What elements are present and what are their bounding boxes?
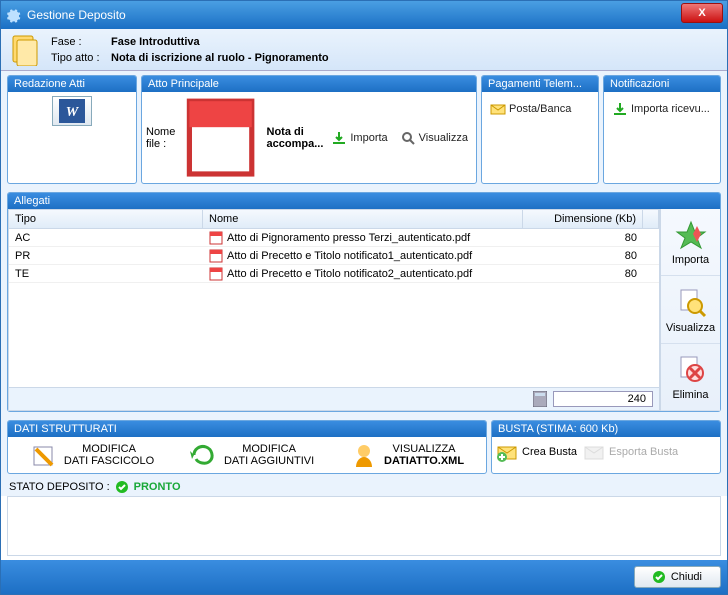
svg-text:W: W xyxy=(66,105,80,120)
window-title: Gestione Deposito xyxy=(27,8,126,22)
pdf-icon xyxy=(209,267,223,281)
pdf-icon xyxy=(179,96,262,179)
cell-tipo: TE xyxy=(9,268,203,280)
log-area xyxy=(7,496,721,556)
panel-redazione: Redazione Atti W xyxy=(7,75,137,184)
cell-nome: Atto di Pignoramento presso Terzi_autent… xyxy=(203,231,523,245)
total-size: 240 xyxy=(553,391,653,407)
panel-notificazioni: Notificazioni Importa ricevu... xyxy=(603,75,721,184)
panel-notificazioni-title: Notificazioni xyxy=(604,76,720,92)
visualizza-atto-button[interactable]: Visualizza xyxy=(396,128,472,148)
nome-file-value: Nota di accompa... xyxy=(267,126,324,150)
fase-value: Fase Introduttiva xyxy=(111,36,200,48)
table-row[interactable]: PRAtto di Precetto e Titolo notificato1_… xyxy=(9,247,659,265)
document-icon xyxy=(9,34,41,66)
grid-footer: 240 xyxy=(9,387,659,410)
crea-busta-button[interactable]: Crea Busta xyxy=(496,441,577,463)
modifica-aggiuntivi-button[interactable]: MODIFICADATI AGGIUNTIVI xyxy=(190,441,314,469)
gear-icon xyxy=(5,7,21,23)
visualizza-allegato-button[interactable]: Visualizza xyxy=(661,276,720,343)
pdf-icon xyxy=(209,231,223,245)
importa-ricevute-button[interactable]: Importa ricevu... xyxy=(608,99,714,119)
word-button[interactable]: W xyxy=(52,96,92,126)
panel-redazione-title: Redazione Atti xyxy=(8,76,136,92)
cell-nome: Atto di Precetto e Titolo notificato2_au… xyxy=(203,267,523,281)
check-icon xyxy=(653,571,665,583)
tipo-label: Tipo atto : xyxy=(51,50,111,66)
importa-allegato-button[interactable]: Importa xyxy=(661,209,720,276)
col-dim[interactable]: Dimensione (Kb) xyxy=(523,210,643,228)
cell-tipo: AC xyxy=(9,232,203,244)
allegati-grid: Tipo Nome Dimensione (Kb) ACAtto di Pign… xyxy=(8,209,660,411)
posta-banca-button[interactable]: Posta/Banca xyxy=(486,99,575,119)
cell-nome: Atto di Precetto e Titolo notificato1_au… xyxy=(203,249,523,263)
visualizza-xml-button[interactable]: VISUALIZZADATIATTO.XML xyxy=(350,441,464,469)
nome-file-label: Nome file : xyxy=(146,126,175,150)
col-action xyxy=(643,210,659,228)
check-icon xyxy=(116,481,128,493)
grid-header: Tipo Nome Dimensione (Kb) xyxy=(9,210,659,229)
footer: Chiudi xyxy=(1,560,727,594)
table-row[interactable]: ACAtto di Pignoramento presso Terzi_aute… xyxy=(9,229,659,247)
cell-dim: 80 xyxy=(523,268,643,280)
panel-atto-principale: Atto Principale Nome file : Nota di acco… xyxy=(141,75,477,184)
cell-dim: 80 xyxy=(523,232,643,244)
status-value: PRONTO xyxy=(134,481,181,493)
table-row[interactable]: TEAtto di Precetto e Titolo notificato2_… xyxy=(9,265,659,283)
panel-allegati-title: Allegati xyxy=(8,193,720,209)
modifica-fascicolo-button[interactable]: MODIFICADATI FASCICOLO xyxy=(30,441,154,469)
header-info: Fase :Fase Introduttiva Tipo atto :Nota … xyxy=(1,29,727,71)
col-nome[interactable]: Nome xyxy=(203,210,523,228)
importa-atto-button[interactable]: Importa xyxy=(327,128,391,148)
calculator-icon xyxy=(533,391,547,407)
titlebar: Gestione Deposito X xyxy=(1,1,727,29)
close-button[interactable]: X xyxy=(681,3,723,23)
status-bar: STATO DEPOSITO : PRONTO xyxy=(1,478,727,496)
panel-busta-title: BUSTA (STIMA: 600 Kb) xyxy=(492,421,720,437)
tipo-value: Nota di iscrizione al ruolo - Pignoramen… xyxy=(111,52,329,64)
cell-tipo: PR xyxy=(9,250,203,262)
panel-pagamenti-title: Pagamenti Telem... xyxy=(482,76,598,92)
panel-allegati: Allegati Tipo Nome Dimensione (Kb) ACAtt… xyxy=(7,192,721,412)
panel-dati-strutturati: DATI STRUTTURATI MODIFICADATI FASCICOLO … xyxy=(7,420,487,474)
esporta-busta-button: Esporta Busta xyxy=(583,441,678,463)
fase-label: Fase : xyxy=(51,34,111,50)
elimina-allegato-button[interactable]: Elimina xyxy=(661,344,720,411)
panel-atto-title: Atto Principale xyxy=(142,76,476,92)
status-label: STATO DEPOSITO : xyxy=(9,481,110,493)
cell-dim: 80 xyxy=(523,250,643,262)
chiudi-button[interactable]: Chiudi xyxy=(634,566,721,588)
col-tipo[interactable]: Tipo xyxy=(9,210,203,228)
panel-dati-title: DATI STRUTTURATI xyxy=(8,421,486,437)
allegati-side-buttons: Importa Visualizza Elimina xyxy=(660,209,720,411)
pdf-icon xyxy=(209,249,223,263)
panel-busta: BUSTA (STIMA: 600 Kb) Crea Busta Esporta… xyxy=(491,420,721,474)
panel-pagamenti: Pagamenti Telem... Posta/Banca xyxy=(481,75,599,184)
